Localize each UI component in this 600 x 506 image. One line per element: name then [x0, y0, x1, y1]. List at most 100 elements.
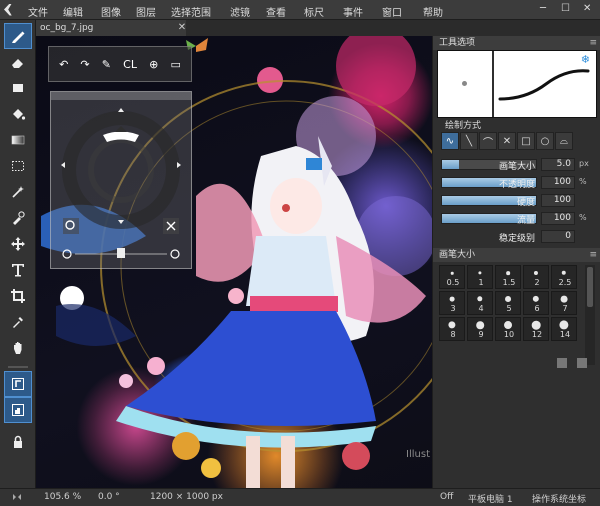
trash-icon[interactable] — [577, 358, 587, 368]
brush-size-label: 7 — [562, 304, 568, 313]
brush-size-option[interactable]: 12 — [523, 317, 549, 341]
foreground-color-icon[interactable] — [4, 371, 32, 397]
brush-size-option[interactable]: 1.5 — [495, 265, 521, 289]
menu-view[interactable]: 查看 — [266, 4, 286, 19]
tool-options-title: 工具选项 — [439, 38, 476, 48]
ellipse-shape-icon[interactable]: ○ — [536, 132, 554, 150]
brush-size-label: 3 — [450, 304, 456, 313]
brush-size-option[interactable]: 14 — [551, 317, 577, 341]
brush-size-option[interactable]: 4 — [467, 291, 493, 315]
navigator-overlay[interactable] — [50, 91, 192, 269]
status-bar: 105.6 % 0.0 ° 1200 × 1000 px Off 平板电脑 1 … — [0, 488, 600, 506]
gradient-tool-icon[interactable] — [5, 128, 31, 152]
hand-tool-icon[interactable] — [5, 336, 31, 360]
brush-size-menu-icon[interactable]: ≡ — [589, 248, 597, 262]
brush-size-unit: px — [579, 159, 589, 168]
brush-size-option[interactable]: 7 — [551, 291, 577, 315]
flow-value[interactable]: 100 — [541, 212, 575, 225]
brush-size-option[interactable]: 5 — [495, 291, 521, 315]
undo-button[interactable]: ↶ — [59, 58, 68, 71]
eyedropper-tool-icon[interactable] — [5, 310, 31, 334]
brush-size-option[interactable]: 10 — [495, 317, 521, 341]
brush-size-dot — [532, 295, 540, 303]
close-button[interactable]: ✕ — [583, 3, 591, 14]
brush-size-option[interactable]: 6 — [523, 291, 549, 315]
crop-tool-icon[interactable] — [5, 284, 31, 308]
text-tool-icon[interactable] — [5, 258, 31, 282]
target-button[interactable]: ⊕ — [149, 58, 158, 71]
minimize-button[interactable]: ─ — [540, 3, 546, 14]
layer-mask-icon[interactable] — [4, 397, 32, 423]
hardness-value[interactable]: 100 — [541, 194, 575, 207]
brush-size-option[interactable]: 9 — [467, 317, 493, 341]
right-panel: 工具选项 ≡ ❄ 绘制方式 ∿ ╲ ⌒ ✕ □ ○ ⌓ 画笔大小 5.0 px … — [432, 36, 600, 488]
brush-size-option[interactable]: 2.5 — [551, 265, 577, 289]
tool-options-menu-icon[interactable]: ≡ — [589, 36, 597, 50]
polygon-shape-icon[interactable]: ⌓ — [555, 132, 573, 150]
menu-image[interactable]: 图像 — [101, 4, 121, 19]
stabilizer-value[interactable]: 0 — [541, 230, 575, 243]
curve-shape-icon[interactable]: ⌒ — [479, 132, 497, 150]
clear-button[interactable]: CL — [123, 58, 137, 71]
pen-tool-icon[interactable] — [4, 23, 32, 49]
navigator-titlebar[interactable] — [51, 92, 191, 100]
brush-size-label: 5 — [506, 304, 512, 313]
brush-size-dot — [505, 296, 511, 302]
menu-edit[interactable]: 编辑 — [63, 4, 83, 19]
brush-size-label: 8 — [450, 330, 456, 339]
pen-mode-button[interactable]: ✎ — [102, 58, 111, 71]
menu-help[interactable]: 帮助 — [423, 4, 443, 19]
document-filename: oc_bg_7.jpg — [40, 23, 94, 33]
polyline-shape-icon[interactable]: ✕ — [498, 132, 516, 150]
floating-toolbar: ↶ ↷ ✎ CL ⊕ ▭ — [48, 46, 192, 82]
watermark-text: Illust — [406, 449, 430, 460]
opacity-value[interactable]: 100 — [541, 176, 575, 189]
move-tool-icon[interactable] — [5, 232, 31, 256]
maximize-button[interactable]: ☐ — [561, 3, 570, 14]
stroke-preview — [498, 69, 590, 101]
redo-button[interactable]: ↷ — [80, 58, 89, 71]
brush-size-scrollbar[interactable] — [585, 265, 595, 365]
tablet-device[interactable]: 平板电脑 1 — [468, 492, 513, 505]
lock-icon[interactable] — [5, 430, 31, 454]
brush-size-option[interactable]: 1 — [467, 265, 493, 289]
brush-size-option[interactable]: 2 — [523, 265, 549, 289]
flow-param: 流量 100 % — [441, 212, 597, 226]
bucket-tool-icon[interactable] — [5, 102, 31, 126]
menu-selection[interactable]: 选择范围 — [171, 4, 211, 19]
menu-file[interactable]: 文件 — [28, 4, 48, 19]
brush-size-dot — [476, 321, 484, 329]
zoom-level[interactable]: 105.6 % — [44, 492, 81, 502]
menu-filter[interactable]: 滤镜 — [230, 4, 250, 19]
menu-window[interactable]: 窗口 — [382, 4, 402, 19]
nav-arrows-icon[interactable] — [12, 492, 22, 502]
line-shape-icon[interactable]: ╲ — [460, 132, 478, 150]
pressure-off[interactable]: Off — [440, 492, 453, 502]
select-brush-tool-icon[interactable] — [5, 206, 31, 230]
coordinate-system[interactable]: 操作系统坐标 — [532, 492, 586, 505]
magic-wand-tool-icon[interactable] — [5, 180, 31, 204]
eraser-tool-icon[interactable] — [5, 50, 31, 74]
rectangle-tool-icon[interactable] — [5, 76, 31, 100]
brush-size-label: 1.5 — [502, 278, 516, 287]
layout-button[interactable]: ▭ — [170, 58, 180, 71]
marquee-tool-icon[interactable] — [5, 154, 31, 178]
rotation-angle[interactable]: 0.0 ° — [98, 492, 120, 502]
brush-size-param: 画笔大小 5.0 px — [441, 158, 597, 172]
brush-size-option[interactable]: 8 — [439, 317, 465, 341]
snowflake-icon[interactable]: ❄ — [581, 53, 590, 66]
brush-size-option[interactable]: 0.5 — [439, 265, 465, 289]
document-tab[interactable]: oc_bg_7.jpg ✕ — [36, 20, 186, 36]
menu-layer[interactable]: 图层 — [136, 4, 156, 19]
menu-event[interactable]: 事件 — [343, 4, 363, 19]
freehand-shape-icon[interactable]: ∿ — [441, 132, 459, 150]
rectangle-shape-icon[interactable]: □ — [517, 132, 535, 150]
menu-ruler[interactable]: 标尺 — [304, 4, 324, 19]
brush-size-value[interactable]: 5.0 — [541, 158, 575, 171]
flow-unit: % — [579, 213, 587, 222]
copy-icon[interactable] — [557, 358, 567, 368]
tab-close-icon[interactable]: ✕ — [176, 20, 188, 36]
brush-size-label: 1 — [478, 278, 484, 287]
tool-palette — [0, 20, 36, 488]
brush-size-option[interactable]: 3 — [439, 291, 465, 315]
